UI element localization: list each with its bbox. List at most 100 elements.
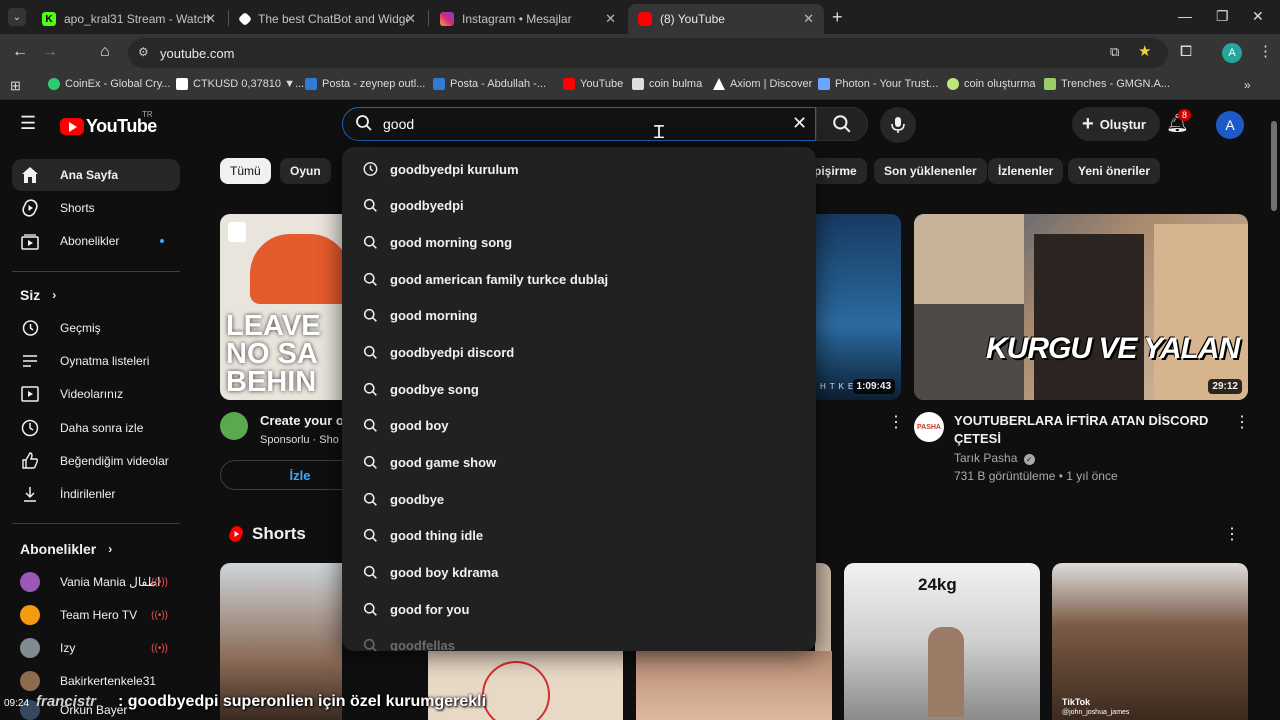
extensions-icon[interactable]: ⧠: [1180, 43, 1192, 60]
short-thumbnail[interactable]: [815, 563, 831, 651]
short-thumbnail[interactable]: TikTok @john_joshua_james: [1052, 563, 1248, 720]
close-window-icon[interactable]: ✕: [1252, 8, 1264, 25]
page-scrollbar[interactable]: [1268, 101, 1280, 720]
suggestion-item[interactable]: goodfellas: [342, 627, 816, 651]
short-thumbnail[interactable]: 24kg: [844, 563, 1040, 720]
suggestion-item[interactable]: good morning: [342, 297, 816, 333]
suggestion-item[interactable]: good morning song: [342, 224, 816, 260]
suggestion-item[interactable]: goodbyedpi discord: [342, 334, 816, 370]
clear-search-icon[interactable]: ✕: [792, 113, 807, 134]
kick-icon: K: [42, 12, 56, 26]
close-tab-icon[interactable]: ✕: [205, 11, 216, 27]
browser-tab[interactable]: Instagram • Mesajlar ✕: [430, 4, 626, 34]
bookmark[interactable]: Posta - Abdullah -...: [433, 78, 546, 90]
search-box[interactable]: ✕: [342, 107, 816, 141]
suggestion-item[interactable]: good thing idle: [342, 517, 816, 553]
suggestion-item[interactable]: goodbyedpi: [342, 187, 816, 223]
more-actions-icon[interactable]: ⋮: [1234, 412, 1250, 432]
chip-watched[interactable]: İzlenenler: [988, 158, 1064, 184]
thumbs-up-icon: [20, 451, 40, 471]
shorts-more-icon[interactable]: ⋮: [1224, 524, 1240, 544]
more-bookmarks-icon[interactable]: »: [1244, 78, 1251, 92]
sidebar-item-downloads[interactable]: İndirilenler: [12, 478, 180, 510]
plus-icon: +: [1082, 112, 1094, 135]
close-tab-icon[interactable]: ✕: [405, 11, 416, 27]
chip-cooking[interactable]: pişirme: [808, 158, 867, 184]
notifications-button[interactable]: 🔔︎ 8: [1166, 109, 1192, 134]
hamburger-menu-icon[interactable]: ☰: [20, 113, 36, 134]
suggestion-item[interactable]: good boy kdrama: [342, 554, 816, 590]
suggestion-history-item[interactable]: goodbyedpi kurulum: [342, 151, 816, 187]
home-icon[interactable]: ⌂: [100, 43, 110, 61]
voice-search-button[interactable]: [880, 107, 916, 143]
subscriptions-section-heading[interactable]: Abonelikler ›: [20, 541, 112, 557]
search-input[interactable]: [383, 114, 783, 134]
menu-kebab-icon[interactable]: ⋮: [1258, 42, 1273, 60]
shorts-logo-icon: [229, 526, 243, 542]
sidebar-item-your-videos[interactable]: Videolarınız: [12, 378, 180, 410]
close-tab-icon[interactable]: ✕: [605, 11, 616, 27]
bookmark[interactable]: CTKUSD 0,37810 ▼...: [176, 78, 304, 90]
profile-avatar[interactable]: A: [1222, 43, 1242, 63]
forward-icon[interactable]: →: [42, 43, 58, 61]
minimize-icon[interactable]: —: [1178, 8, 1192, 24]
back-icon[interactable]: ←: [12, 43, 28, 61]
bookmark[interactable]: Axiom | Discover: [713, 78, 812, 90]
chip-new-to-you[interactable]: Yeni öneriler: [1068, 158, 1161, 184]
apps-grid-icon[interactable]: ⊞: [10, 78, 21, 94]
chip-gaming[interactable]: Oyun: [280, 158, 331, 184]
video-title[interactable]: YOUTUBERLARA İFTİRA ATAN DİSCORD ÇETESİ: [954, 412, 1214, 448]
account-avatar[interactable]: A: [1216, 111, 1244, 139]
chip-recently-uploaded[interactable]: Son yüklenenler: [874, 158, 987, 184]
cast-icon[interactable]: ⧉: [1110, 44, 1119, 60]
site-info-icon[interactable]: ⚙: [138, 45, 149, 59]
sidebar-item-shorts[interactable]: Shorts: [12, 192, 180, 224]
short-thumbnail[interactable]: [636, 651, 832, 720]
suggestion-item[interactable]: goodbye: [342, 481, 816, 517]
maximize-icon[interactable]: ❐: [1216, 8, 1229, 25]
you-section-heading[interactable]: Siz ›: [20, 287, 56, 303]
browser-tab[interactable]: K apo_kral31 Stream - Watch Live ✕: [32, 4, 226, 34]
sidebar-item-watch-later[interactable]: Daha sonra izle: [12, 412, 180, 444]
sidebar-subscription-item[interactable]: Izy ((•)): [12, 632, 180, 664]
suggestion-item[interactable]: goodbye song: [342, 371, 816, 407]
sidebar-subscription-item[interactable]: Vania Mania اطفال ((•)): [12, 566, 180, 598]
channel-name[interactable]: Tarık Pasha ✓: [954, 451, 1035, 465]
home-icon: [20, 165, 40, 185]
bookmark-star-icon[interactable]: ★: [1138, 42, 1151, 60]
bookmark[interactable]: Photon - Your Trust...: [818, 78, 938, 90]
video-thumbnail[interactable]: KURGU VE YALAN 29:12: [914, 214, 1248, 400]
channel-avatar[interactable]: PASHA: [914, 412, 944, 442]
youtube-logo[interactable]: YouTube TR: [60, 110, 157, 137]
sidebar-item-playlists[interactable]: Oynatma listeleri: [12, 345, 180, 377]
suggestion-item[interactable]: good game show: [342, 444, 816, 480]
browser-tab[interactable]: The best ChatBot and Widgets f ✕: [230, 4, 426, 34]
ad-thumbnail[interactable]: LEAVE NO SA BEHIN: [220, 214, 350, 400]
tab-search-button[interactable]: ⌄: [8, 8, 26, 26]
bookmark[interactable]: coin bulma: [632, 78, 702, 90]
bookmark[interactable]: coin oluşturma: [947, 78, 1036, 90]
sidebar-item-history[interactable]: Geçmiş: [12, 312, 180, 344]
sidebar-item-subscriptions[interactable]: Abonelikler: [12, 225, 180, 257]
suggestion-item[interactable]: good american family turkce dublaj: [342, 261, 816, 297]
new-tab-button[interactable]: +: [832, 7, 843, 28]
more-actions-icon[interactable]: ⋮: [888, 412, 904, 432]
bookmark[interactable]: Trenches - GMGN.A...: [1044, 78, 1170, 90]
bookmark[interactable]: CoinEx - Global Cry...: [48, 78, 171, 90]
create-button[interactable]: + Oluştur: [1072, 107, 1160, 141]
browser-tab-active[interactable]: (8) YouTube ✕: [628, 4, 824, 34]
suggestion-item[interactable]: good for you: [342, 591, 816, 627]
scrollbar-thumb[interactable]: [1271, 121, 1277, 211]
sidebar-item-liked-videos[interactable]: Beğendiğim videolar: [12, 445, 180, 477]
sidebar-subscription-item[interactable]: Team Hero TV ((•)): [12, 599, 180, 631]
search-button[interactable]: [816, 107, 868, 141]
search-icon: [362, 454, 378, 470]
sidebar-item-home[interactable]: Ana Sayfa: [12, 159, 180, 191]
address-bar[interactable]: ⚙ youtube.com ⧉ ★: [128, 38, 1168, 68]
suggestion-item[interactable]: good boy: [342, 407, 816, 443]
chip-all[interactable]: Tümü: [220, 158, 271, 184]
close-tab-icon[interactable]: ✕: [803, 11, 814, 27]
bookmark[interactable]: YouTube: [563, 78, 623, 90]
bookmark[interactable]: Posta - zeynep outl...: [305, 78, 425, 90]
ad-title[interactable]: Create your o: [260, 412, 344, 430]
